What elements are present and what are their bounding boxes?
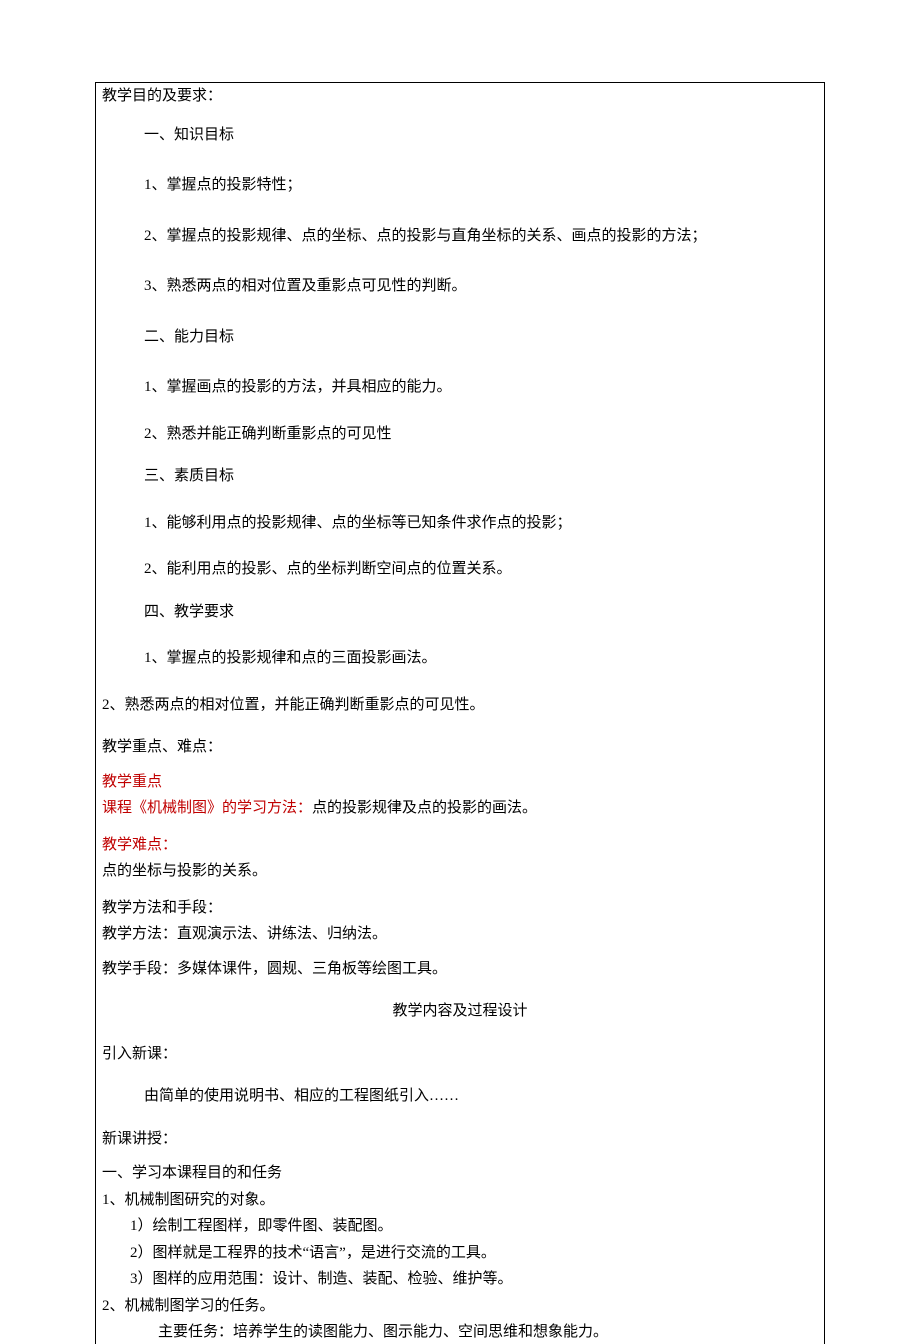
gk2: 2、掌握点的投影规律、点的坐标、点的投影与直角坐标的关系、画点的投影的方法；: [96, 211, 824, 262]
heading-objectives: 教学目的及要求：: [96, 83, 824, 110]
focus-method-prefix: 课程《机械制图》的学习方法：: [102, 800, 312, 816]
lecture-heading: 新课讲授：: [96, 1118, 824, 1161]
difficulty-label: 教学难点：: [96, 822, 824, 859]
gq1: 1、能够利用点的投影规律、点的坐标等已知条件求作点的投影；: [96, 498, 824, 549]
content-frame: 教学目的及要求： 一、知识目标 1、掌握点的投影特性； 2、掌握点的投影规律、点…: [95, 82, 825, 1344]
s1-1a: 1）绘制工程图样，即零件图、装配图。: [96, 1213, 824, 1240]
gk1: 1、掌握点的投影特性；: [96, 160, 824, 211]
s1-2a: 主要任务：培养学生的读图能力、图示能力、空间思维和想象能力。: [96, 1319, 824, 1344]
means-line: 教学手段：多媒体课件，圆规、三角板等绘图工具。: [96, 948, 824, 991]
s1-1b: 2）图样就是工程界的技术“语言”，是进行交流的工具。: [96, 1240, 824, 1267]
method-heading: 教学方法和手段：: [96, 885, 824, 922]
method-line: 教学方法：直观演示法、讲练法、归纳法。: [96, 921, 824, 948]
s1: 一、学习本课程目的和任务: [96, 1160, 824, 1187]
focus-method-text: 点的投影规律及点的投影的画法。: [312, 800, 537, 816]
page: 教学目的及要求： 一、知识目标 1、掌握点的投影特性； 2、掌握点的投影规律、点…: [0, 0, 920, 1344]
gr1: 1、掌握点的投影规律和点的三面投影画法。: [96, 633, 824, 684]
gk3: 3、熟悉两点的相对位置及重影点可见性的判断。: [96, 261, 824, 312]
focus-method: 课程《机械制图》的学习方法：点的投影规律及点的投影的画法。: [96, 795, 824, 822]
intro-line: 由简单的使用说明书、相应的工程图纸引入……: [96, 1075, 824, 1118]
goal-req: 四、教学要求: [96, 591, 824, 634]
s1-2: 2、机械制图学习的任务。: [96, 1293, 824, 1320]
ga2: 2、熟悉并能正确判断重影点的可见性: [96, 413, 824, 456]
ga1: 1、掌握画点的投影的方法，并具相应的能力。: [96, 362, 824, 413]
gr2: 2、熟悉两点的相对位置，并能正确判断重影点的可见性。: [96, 684, 824, 727]
s1-1c: 3）图样的应用范围：设计、制造、装配、检验、维护等。: [96, 1266, 824, 1293]
gq2: 2、能利用点的投影、点的坐标判断空间点的位置关系。: [96, 548, 824, 591]
process-heading: 教学内容及过程设计: [96, 990, 824, 1033]
heading-focus: 教学重点、难点：: [96, 726, 824, 769]
goal-knowledge: 一、知识目标: [96, 110, 824, 161]
goal-ability: 二、能力目标: [96, 312, 824, 363]
goal-quality: 三、素质目标: [96, 455, 824, 498]
s1-1: 1、机械制图研究的对象。: [96, 1187, 824, 1214]
focus-label: 教学重点: [96, 769, 824, 796]
intro-heading: 引入新课：: [96, 1033, 824, 1076]
difficulty-text: 点的坐标与投影的关系。: [96, 858, 824, 885]
